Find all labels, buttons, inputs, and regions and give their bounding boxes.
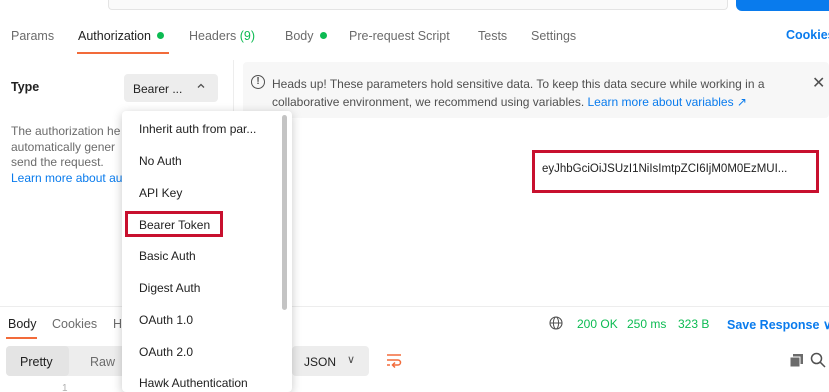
menu-item-oauth-1[interactable]: OAuth 1.0	[122, 306, 282, 334]
banner-message: Heads up! These parameters hold sensitiv…	[272, 75, 802, 111]
learn-more-auth-link[interactable]: Learn more about au	[11, 171, 136, 187]
pretty-label: Pretty	[20, 355, 53, 369]
menu-item-digest-auth[interactable]: Digest Auth	[122, 274, 282, 302]
cookies-link[interactable]: Cookies	[786, 28, 829, 42]
chevron-down-icon: ∨	[347, 354, 356, 366]
tab-body[interactable]: Body	[285, 28, 327, 44]
save-response-label: Save Response	[727, 318, 820, 332]
close-icon[interactable]: ✕	[812, 73, 825, 93]
line-number: 1	[62, 383, 68, 392]
globe-icon[interactable]	[549, 316, 563, 330]
menu-item-oauth-2[interactable]: OAuth 2.0	[122, 338, 282, 366]
response-size[interactable]: 323 B	[678, 317, 709, 331]
response-tab-cookies[interactable]: Cookies	[52, 317, 97, 331]
auth-type-menu: Inherit auth from par... No Auth API Key…	[122, 111, 292, 392]
search-icon[interactable]	[810, 352, 826, 368]
tab-tests-label: Tests	[478, 29, 508, 43]
response-tab-body[interactable]: Body	[8, 317, 37, 331]
menu-scrollbar[interactable]	[282, 115, 287, 310]
auth-description-line: automatically gener	[11, 139, 116, 154]
menu-item-label: No Auth	[139, 154, 182, 168]
auth-type-value: Bearer ...	[133, 82, 183, 96]
copy-icon[interactable]	[790, 354, 803, 367]
active-dot-icon	[319, 32, 327, 39]
menu-item-basic-auth[interactable]: Basic Auth	[122, 242, 282, 270]
menu-item-label: OAuth 2.0	[139, 345, 194, 359]
menu-item-label: Basic Auth	[139, 249, 196, 263]
active-dot-icon	[156, 32, 164, 39]
raw-button[interactable]: Raw	[90, 355, 115, 369]
auth-description: The authorization he automatically gener…	[11, 124, 136, 186]
url-input[interactable]	[108, 0, 728, 10]
tab-params-label: Params	[11, 29, 55, 43]
response-tab-headers[interactable]: H	[113, 317, 122, 331]
tab-pre-request-script[interactable]: Pre-request Script	[349, 28, 450, 44]
auth-description-line: The authorization he	[11, 124, 121, 138]
tab-settings[interactable]: Settings	[531, 28, 576, 44]
headers-count: (9)	[239, 29, 256, 43]
menu-item-inherit-auth[interactable]: Inherit auth from par...	[122, 115, 282, 143]
menu-item-hawk-authentication[interactable]: Hawk Authentication	[122, 369, 282, 392]
tab-params[interactable]: Params	[11, 28, 54, 44]
format-select[interactable]: JSON ∨	[292, 346, 369, 376]
tab-authorization-label: Authorization	[78, 29, 151, 43]
tab-tests[interactable]: Tests	[478, 28, 507, 44]
sensitive-data-banner: ! Heads up! These parameters hold sensit…	[243, 62, 829, 118]
auth-description-line: send the request.	[11, 155, 104, 169]
menu-item-label: Hawk Authentication	[139, 376, 248, 390]
tab-body-label: Body	[285, 29, 314, 43]
token-input-highlight[interactable]: eyJhbGciOiJSUzI1NiIsImtpZCI6IjM0M0EzMUI.…	[532, 150, 819, 193]
chevron-up-icon	[196, 80, 206, 94]
menu-item-api-key[interactable]: API Key	[122, 179, 282, 207]
chevron-down-icon: ∨	[822, 318, 829, 332]
learn-more-variables-link[interactable]: Learn more about variables ↗	[588, 95, 747, 109]
bearer-token-highlight	[125, 211, 223, 237]
format-value: JSON	[304, 355, 337, 369]
token-input[interactable]: eyJhbGciOiJSUzI1NiIsImtpZCI6IjM0M0EzMUI.…	[542, 163, 810, 175]
menu-item-label: Digest Auth	[139, 281, 201, 295]
response-tab-underline	[6, 337, 37, 339]
tab-authorization[interactable]: Authorization	[78, 28, 164, 44]
request-bar	[0, 0, 829, 14]
response-time[interactable]: 250 ms	[627, 317, 666, 331]
request-tabs: Params Authorization Headers (9) Body Pr…	[0, 28, 829, 54]
wrap-lines-icon[interactable]	[384, 350, 404, 370]
menu-item-label: API Key	[139, 186, 183, 200]
status-code[interactable]: 200 OK	[577, 317, 618, 331]
tab-headers[interactable]: Headers (9)	[189, 28, 255, 44]
menu-item-no-auth[interactable]: No Auth	[122, 147, 282, 175]
auth-type-select[interactable]: Bearer ...	[124, 74, 218, 102]
save-response-button[interactable]: Save Response ∨	[727, 317, 829, 332]
menu-item-label: Inherit auth from par...	[139, 122, 257, 136]
tab-settings-label: Settings	[531, 29, 577, 43]
send-button[interactable]	[736, 0, 829, 11]
info-icon: !	[251, 75, 265, 89]
auth-type-label: Type	[11, 80, 40, 94]
active-tab-underline	[77, 52, 169, 54]
tab-pre-request-label: Pre-request Script	[349, 29, 450, 43]
tab-headers-label: Headers	[189, 29, 237, 43]
menu-item-label: OAuth 1.0	[139, 313, 194, 327]
